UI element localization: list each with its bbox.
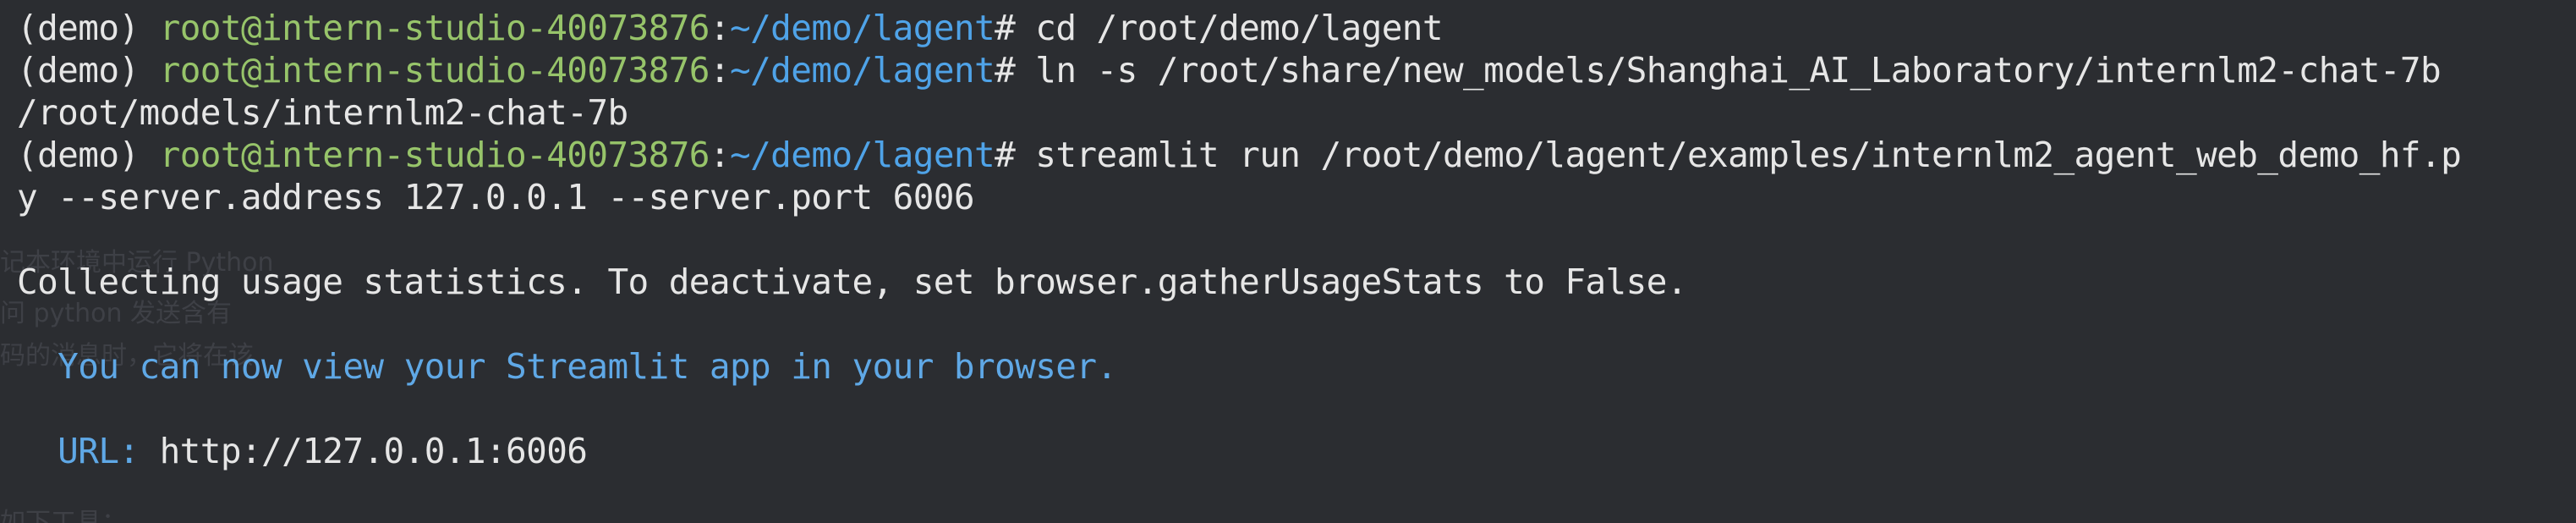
command-text: streamlit run /root/demo/lagent/examples…: [1035, 135, 2462, 175]
output-line: y --server.address 127.0.0.1 --server.po…: [17, 177, 975, 217]
terminal-output[interactable]: (demo) root@intern-studio-40073876:~/dem…: [17, 7, 2568, 472]
command-text: cd /root/demo/lagent: [1035, 8, 1443, 48]
user-host: root@intern-studio-40073876: [159, 50, 710, 91]
prompt-path: ~/demo/lagent: [729, 8, 995, 48]
env-label: (demo): [17, 135, 140, 175]
prompt-path: ~/demo/lagent: [729, 135, 995, 175]
url-label: URL:: [17, 431, 140, 471]
prompt-symbol: #: [995, 8, 1016, 48]
command-text: ln -s /root/share/new_models/Shanghai_AI…: [1035, 50, 2442, 91]
url-link[interactable]: http://127.0.0.1:6006: [140, 431, 588, 471]
user-host: root@intern-studio-40073876: [159, 8, 710, 48]
url-line: URL: http://127.0.0.1:6006: [17, 430, 2568, 472]
prompt-separator: :: [709, 8, 731, 48]
prompt-path: ~/demo/lagent: [729, 50, 995, 91]
prompt-separator: :: [709, 50, 731, 91]
streamlit-info-line: You can now view your Streamlit app in y…: [17, 346, 1117, 387]
prompt-line: (demo) root@intern-studio-40073876:~/dem…: [17, 7, 2568, 49]
prompt-symbol: #: [995, 50, 1016, 91]
prompt-line: (demo) root@intern-studio-40073876:~/dem…: [17, 134, 2568, 176]
user-host: root@intern-studio-40073876: [159, 135, 710, 175]
terminal-window[interactable]: 记本环境中运行 Python 问 python 发送含有 码的消息时，它将在该 …: [0, 0, 2576, 523]
prompt-symbol: #: [995, 135, 1016, 175]
prompt-separator: :: [709, 135, 731, 175]
output-line: Collecting usage statistics. To deactiva…: [17, 262, 1688, 302]
env-label: (demo): [17, 50, 140, 91]
background-ghost-text: 如下工具：: [0, 508, 127, 523]
prompt-line: (demo) root@intern-studio-40073876:~/dem…: [17, 49, 2568, 91]
env-label: (demo): [17, 8, 140, 48]
output-line: /root/models/internlm2-chat-7b: [17, 92, 628, 133]
